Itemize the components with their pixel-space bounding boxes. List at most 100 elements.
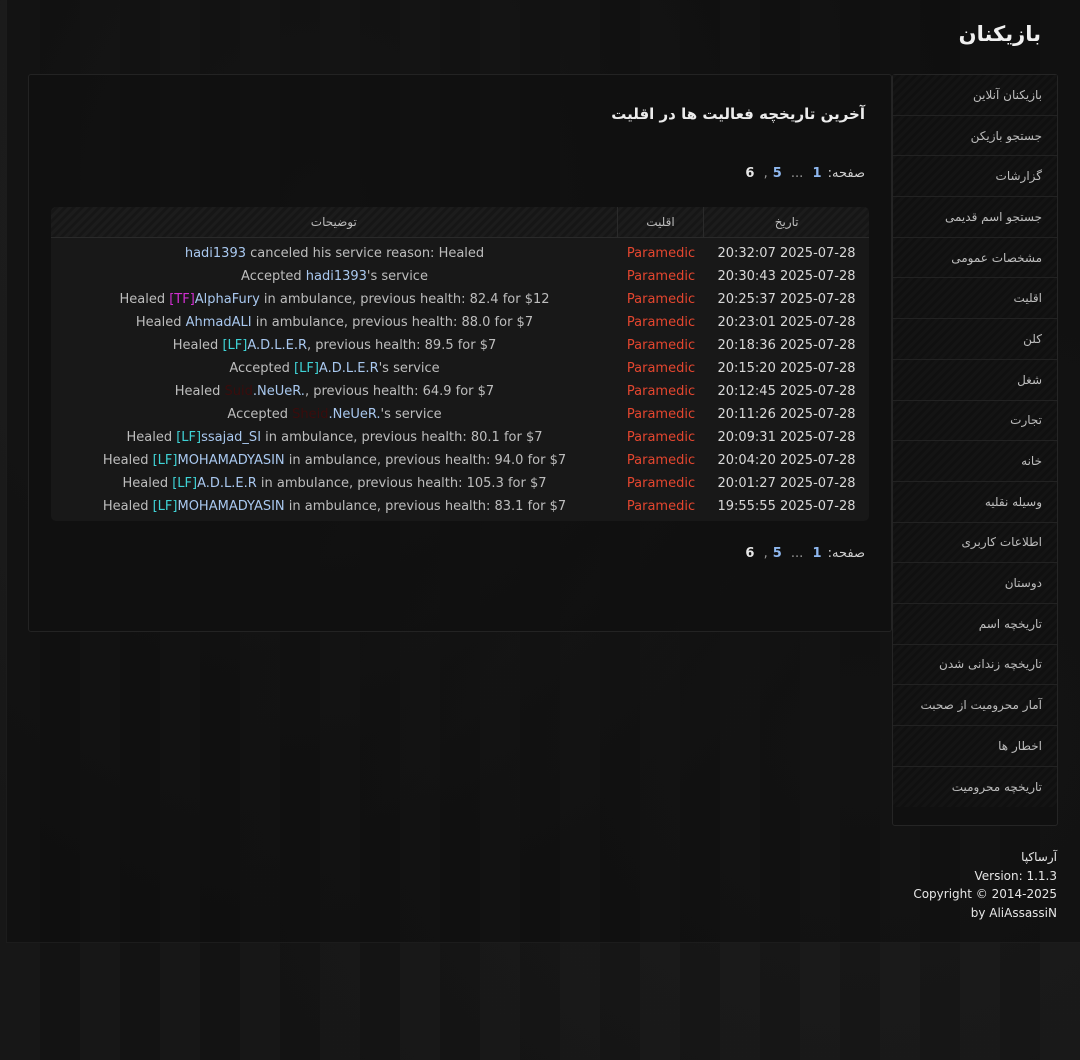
player-name-link[interactable]: AhmadALI [186,315,252,330]
activity-table: تاریخ اقلیت توضیحات 2025-07-28 20:32:07 P… [51,207,869,521]
table-row: 2025-07-28 20:30:43 Paramedic Accepted had… [51,265,869,288]
cell-description: Healed [TF]AlphaFury in ambulance, previ… [51,292,618,307]
page-title: بازیکنان [958,22,1041,46]
cell-date: 2025-07-28 20:30:43 [717,269,856,284]
cell-faction: Paramedic [626,384,696,399]
cell-date: 2025-07-28 19:55:55 [717,499,856,514]
sidebar-item-old-name-search[interactable]: جستجو اسم قدیمی [893,197,1057,238]
player-name-link[interactable]: A.D.L.E.R [247,338,307,353]
cell-faction: Paramedic [626,453,696,468]
description-prefix: Healed [126,430,177,445]
player-name-link[interactable]: MOHAMADYASIN [177,453,284,468]
description-prefix: Accepted [229,361,295,376]
sidebar-item-jail-history[interactable]: تاریخچه زندانی شدن [893,644,1057,686]
description-suffix: canceled his service reason: Healed [245,246,485,261]
player-name-link[interactable]: hadi1393 [185,246,246,261]
page-link-prev[interactable]: 5 [773,166,782,181]
player-tag: [TF] [169,292,195,307]
description-suffix: in ambulance, previous health: 80.1 for … [261,430,543,445]
player-tag: Sheid [292,407,329,422]
player-name-link[interactable]: hadi1393 [306,269,367,284]
player-tag: [LF] [152,499,178,514]
pagination-label: صفحه: [827,546,865,561]
page-current: 6 [745,166,755,181]
table-row: 2025-07-28 20:32:07 Paramedic hadi1393 can… [51,242,869,265]
player-tag: [LF] [294,361,319,376]
description-prefix: Healed [174,384,225,399]
sidebar-item-general-info[interactable]: مشخصات عمومی [893,237,1057,279]
page-link-first[interactable]: 1 [812,546,821,561]
sidebar-item-warnings[interactable]: اخطار ها [893,726,1057,767]
cell-description: Healed Suid.NeUeR., previous health: 64.… [51,384,618,399]
section-title: آخرین تاریخچه فعالیت ها در اقلیت [611,105,865,123]
description-suffix: 's service [366,269,428,284]
description-prefix: Healed [102,453,153,468]
description-prefix: Accepted [227,407,293,422]
sidebar-item-mute-stats[interactable]: آمار محرومیت از صحبت [893,685,1057,726]
sidebar-item-vehicle[interactable]: وسیله نقلیه [893,481,1057,523]
description-prefix: Healed [102,499,153,514]
player-tag: [LF] [222,338,248,353]
cell-date: 2025-07-28 20:23:01 [717,315,856,330]
table-row: 2025-07-28 20:18:36 Paramedic Healed [LF]A… [51,334,869,357]
sidebar-item-ban-history[interactable]: تاریخچه محرومیت [893,766,1057,808]
sidebar-item-online-players[interactable]: بازیکنان آنلاین [893,75,1057,116]
player-name-link[interactable]: .NeUeR. [253,384,305,399]
footer: آرساکپا Version: 1.1.3 Copyright © 2014-… [913,848,1057,922]
page-link-prev[interactable]: 5 [773,546,782,561]
sidebar-item-name-history[interactable]: تاریخچه اسم [893,603,1057,645]
sidebar-item-search-player[interactable]: جستجو بازیکن [893,115,1057,157]
cell-description: hadi1393 canceled his service reason: He… [51,246,618,261]
player-name-link[interactable]: MOHAMADYASIN [177,499,284,514]
pagination-top: صفحه: 1 ... 5, 6 [743,166,865,181]
sidebar-item-business[interactable]: تجارت [893,400,1057,442]
description-suffix: in ambulance, previous health: 83.1 for … [284,499,567,514]
cell-description: Accepted [LF]A.D.L.E.R's service [51,361,618,376]
description-suffix: , previous health: 89.5 for $7 [307,338,497,353]
cell-faction: Paramedic [626,269,696,284]
cell-description: Accepted hadi1393's service [51,269,618,284]
pagination-bottom: صفحه: 1 ... 5, 6 [743,546,865,561]
table-row: 2025-07-28 20:25:37 Paramedic Healed [TF]A… [51,288,869,311]
player-name-link[interactable]: A.D.L.E.R [197,476,257,491]
sidebar-item-friends[interactable]: دوستان [893,563,1057,604]
table-header: تاریخ اقلیت توضیحات [51,207,869,238]
player-name-link[interactable]: AlphaFury [195,292,260,307]
sidebar-item-account-info[interactable]: اطلاعات کاربری [893,522,1057,564]
cell-faction: Paramedic [626,476,696,491]
player-name-link[interactable]: ssajad_SI [201,430,261,445]
description-prefix: Healed [172,338,223,353]
description-suffix: in ambulance, previous health: 105.3 for… [256,476,547,491]
page-link-first[interactable]: 1 [812,166,821,181]
description-suffix: , previous health: 64.9 for $7 [304,384,495,399]
description-suffix: in ambulance, previous health: 88.0 for … [251,315,534,330]
cell-date: 2025-07-28 20:11:26 [717,407,856,422]
pagination-separator: , [763,546,768,561]
sidebar-item-clan[interactable]: کلن [893,319,1057,360]
table-row: 2025-07-28 20:15:20 Paramedic Accepted [LF… [51,357,869,380]
cell-date: 2025-07-28 20:32:07 [717,246,856,261]
footer-version: Version: 1.1.3 [974,868,1057,883]
column-header-description: توضیحات [310,215,357,229]
pagination-label: صفحه: [827,166,865,181]
table-row: 2025-07-28 20:04:20 Paramedic Healed [LF]M… [51,449,869,472]
page-current: 6 [745,546,755,561]
player-tag: Suid [224,384,253,399]
cell-faction: Paramedic [626,338,696,353]
cell-date: 2025-07-28 20:15:20 [717,361,856,376]
player-name-link[interactable]: A.D.L.E.R [319,361,379,376]
cell-description: Healed [LF]A.D.L.E.R, previous health: 8… [51,338,618,353]
column-header-faction: اقلیت [616,207,704,237]
sidebar-item-faction[interactable]: اقلیت [893,278,1057,320]
sidebar-item-job[interactable]: شغل [893,359,1057,401]
cell-description: Healed [LF]MOHAMADYASIN in ambulance, pr… [51,453,618,468]
sidebar: بازیکنان آنلاین جستجو بازیکن گزارشات جست… [892,74,1058,826]
player-tag: [LF] [176,430,202,445]
sidebar-item-reports[interactable]: گزارشات [893,156,1057,198]
sidebar-item-house[interactable]: خانه [893,441,1057,482]
footer-copyright: Copyright © 2014-2025 [913,887,1057,901]
column-header-date: تاریخ [703,207,869,237]
pagination-ellipsis: ... [790,166,804,181]
player-name-link[interactable]: .NeUeR. [328,407,380,422]
player-tag: [LF] [152,453,178,468]
